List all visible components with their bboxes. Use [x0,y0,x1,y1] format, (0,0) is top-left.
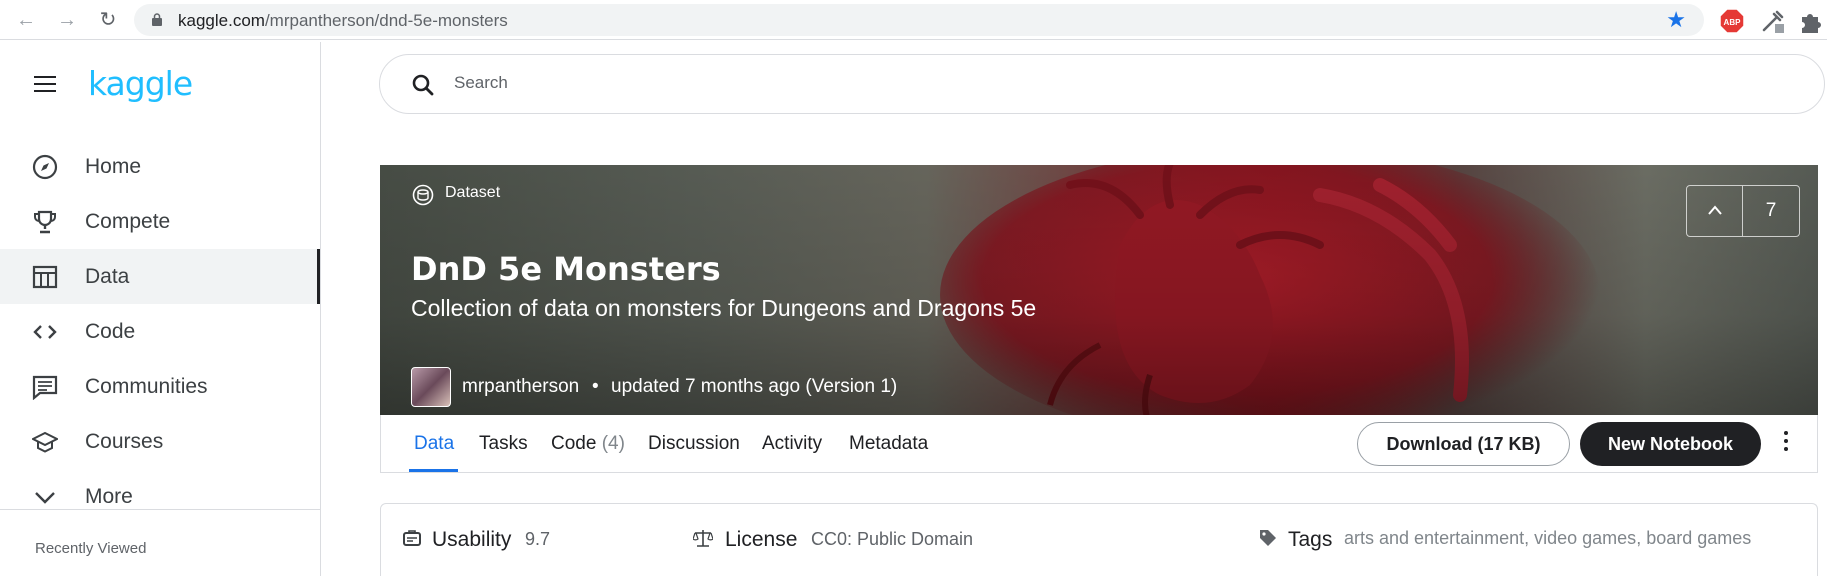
sidebar-item-label: More [85,484,133,508]
sidebar-item-code[interactable]: Code [0,304,320,359]
tag-link[interactable]: arts and entertainment [1344,528,1524,548]
address-bar[interactable]: kaggle.com/mrpantherson/dnd-5e-monsters … [134,4,1704,36]
dataset-subtitle: Collection of data on monsters for Dunge… [411,295,1037,321]
sidebar-item-label: Code [85,319,136,343]
more-options-icon[interactable] [1781,431,1791,455]
scale-icon [693,530,713,547]
tab-label: Data [414,433,455,454]
recently-viewed-heading: Recently Viewed [35,540,147,557]
sidebar-item-communities[interactable]: Communities [0,359,320,414]
updated-info: updated 7 months ago (Version 1) [611,376,898,397]
active-tab-indicator [409,469,458,472]
kaggle-logo[interactable]: kaggle [88,64,193,103]
usability-label: Usability [432,528,512,551]
chat-icon [32,375,58,400]
sidebar-item-label: Home [85,154,142,178]
url-domain: kaggle.com [178,11,265,30]
url-text: kaggle.com/mrpantherson/dnd-5e-monsters [178,11,508,31]
lock-icon [152,13,162,26]
compass-icon [32,154,58,179]
tab-code[interactable]: Code (4) [551,433,625,455]
dataset-info-bar: Usability 9.7 License CC0: Public Domain… [380,503,1818,576]
graduation-cap-icon [32,431,58,453]
eyedropper-extension-icon[interactable] [1760,8,1786,34]
sidebar-item-home[interactable]: Home [0,139,320,194]
search-bar[interactable] [379,54,1825,114]
tag-link[interactable]: video games [1534,528,1636,548]
tab-metadata[interactable]: Metadata [849,433,928,455]
license-value[interactable]: CC0: Public Domain [811,529,973,550]
url-path: /mrpantherson/dnd-5e-monsters [264,11,508,30]
trophy-icon [34,210,56,233]
author-link[interactable]: mrpantherson [462,376,579,398]
dataset-type-label: Dataset [445,184,501,201]
tab-discussion[interactable]: Discussion [648,433,740,455]
tab-count: (4) [601,433,625,454]
usability-score: 9.7 [525,529,551,549]
tab-label: Metadata [849,433,929,454]
sidebar-item-compete[interactable]: Compete [0,194,320,249]
back-arrow-icon[interactable]: ← [14,8,38,32]
menu-hamburger-icon[interactable] [34,76,56,92]
sidebar-item-label: Data [85,264,130,288]
sidebar-item-label: Compete [85,209,171,233]
chevron-down-icon [35,491,55,504]
extensions-puzzle-icon[interactable] [1797,8,1823,34]
new-notebook-button[interactable]: New Notebook [1580,422,1761,466]
tag-separator: , [1636,528,1647,548]
reload-icon[interactable]: ↻ [96,8,120,32]
sidebar-item-courses[interactable]: Courses [0,414,320,469]
sidebar-item-label: Courses [85,429,164,453]
search-input[interactable] [454,73,1754,93]
search-icon [412,74,434,96]
bookmark-star-icon[interactable]: ★ [1666,7,1686,33]
tab-label: Code [551,433,597,454]
license-label: License [725,528,798,551]
browser-toolbar: ← → ↻ kaggle.com/mrpantherson/dnd-5e-mon… [0,0,1827,40]
forward-arrow-icon[interactable]: → [55,8,79,32]
dataset-header-banner: Dataset 7 DnD 5e Monsters Collection of … [380,165,1818,415]
adblock-plus-icon[interactable]: ABP [1719,8,1745,34]
tab-activity[interactable]: Activity [762,433,822,455]
sidebar-item-more[interactable]: More [0,469,320,524]
upvote-button[interactable] [1687,186,1743,236]
sidebar: kaggle Home Compete Data Code Communitie… [0,42,321,576]
chevron-up-icon [1708,205,1722,215]
abp-label: ABP [1724,18,1742,27]
tag-icon [1260,530,1276,546]
meta-separator: • [592,376,599,397]
vote-count: 7 [1765,200,1777,221]
dataset-tab-bar: Data Tasks Code (4) Discussion Activity … [380,415,1818,473]
dataset-icon [412,184,434,206]
download-button[interactable]: Download (17 KB) [1357,422,1570,466]
tag-separator: , [1524,528,1535,548]
table-icon [32,265,58,288]
tags-list: arts and entertainment, video games, boa… [1344,528,1751,549]
tag-link[interactable]: board games [1646,528,1751,548]
sidebar-divider [0,509,320,510]
upvote-widget: 7 [1686,185,1800,237]
sidebar-item-data[interactable]: Data [0,249,320,304]
tab-label: Discussion [648,433,740,454]
tags-label: Tags [1288,528,1333,551]
tab-label: Tasks [479,433,528,454]
tab-label: Activity [762,433,823,454]
dataset-title: DnD 5e Monsters [411,250,721,288]
author-avatar[interactable] [411,367,451,407]
usability-icon [403,530,421,546]
code-icon [33,324,57,339]
tab-data[interactable]: Data [414,433,454,455]
tab-tasks[interactable]: Tasks [479,433,528,455]
sidebar-item-label: Communities [85,374,208,398]
